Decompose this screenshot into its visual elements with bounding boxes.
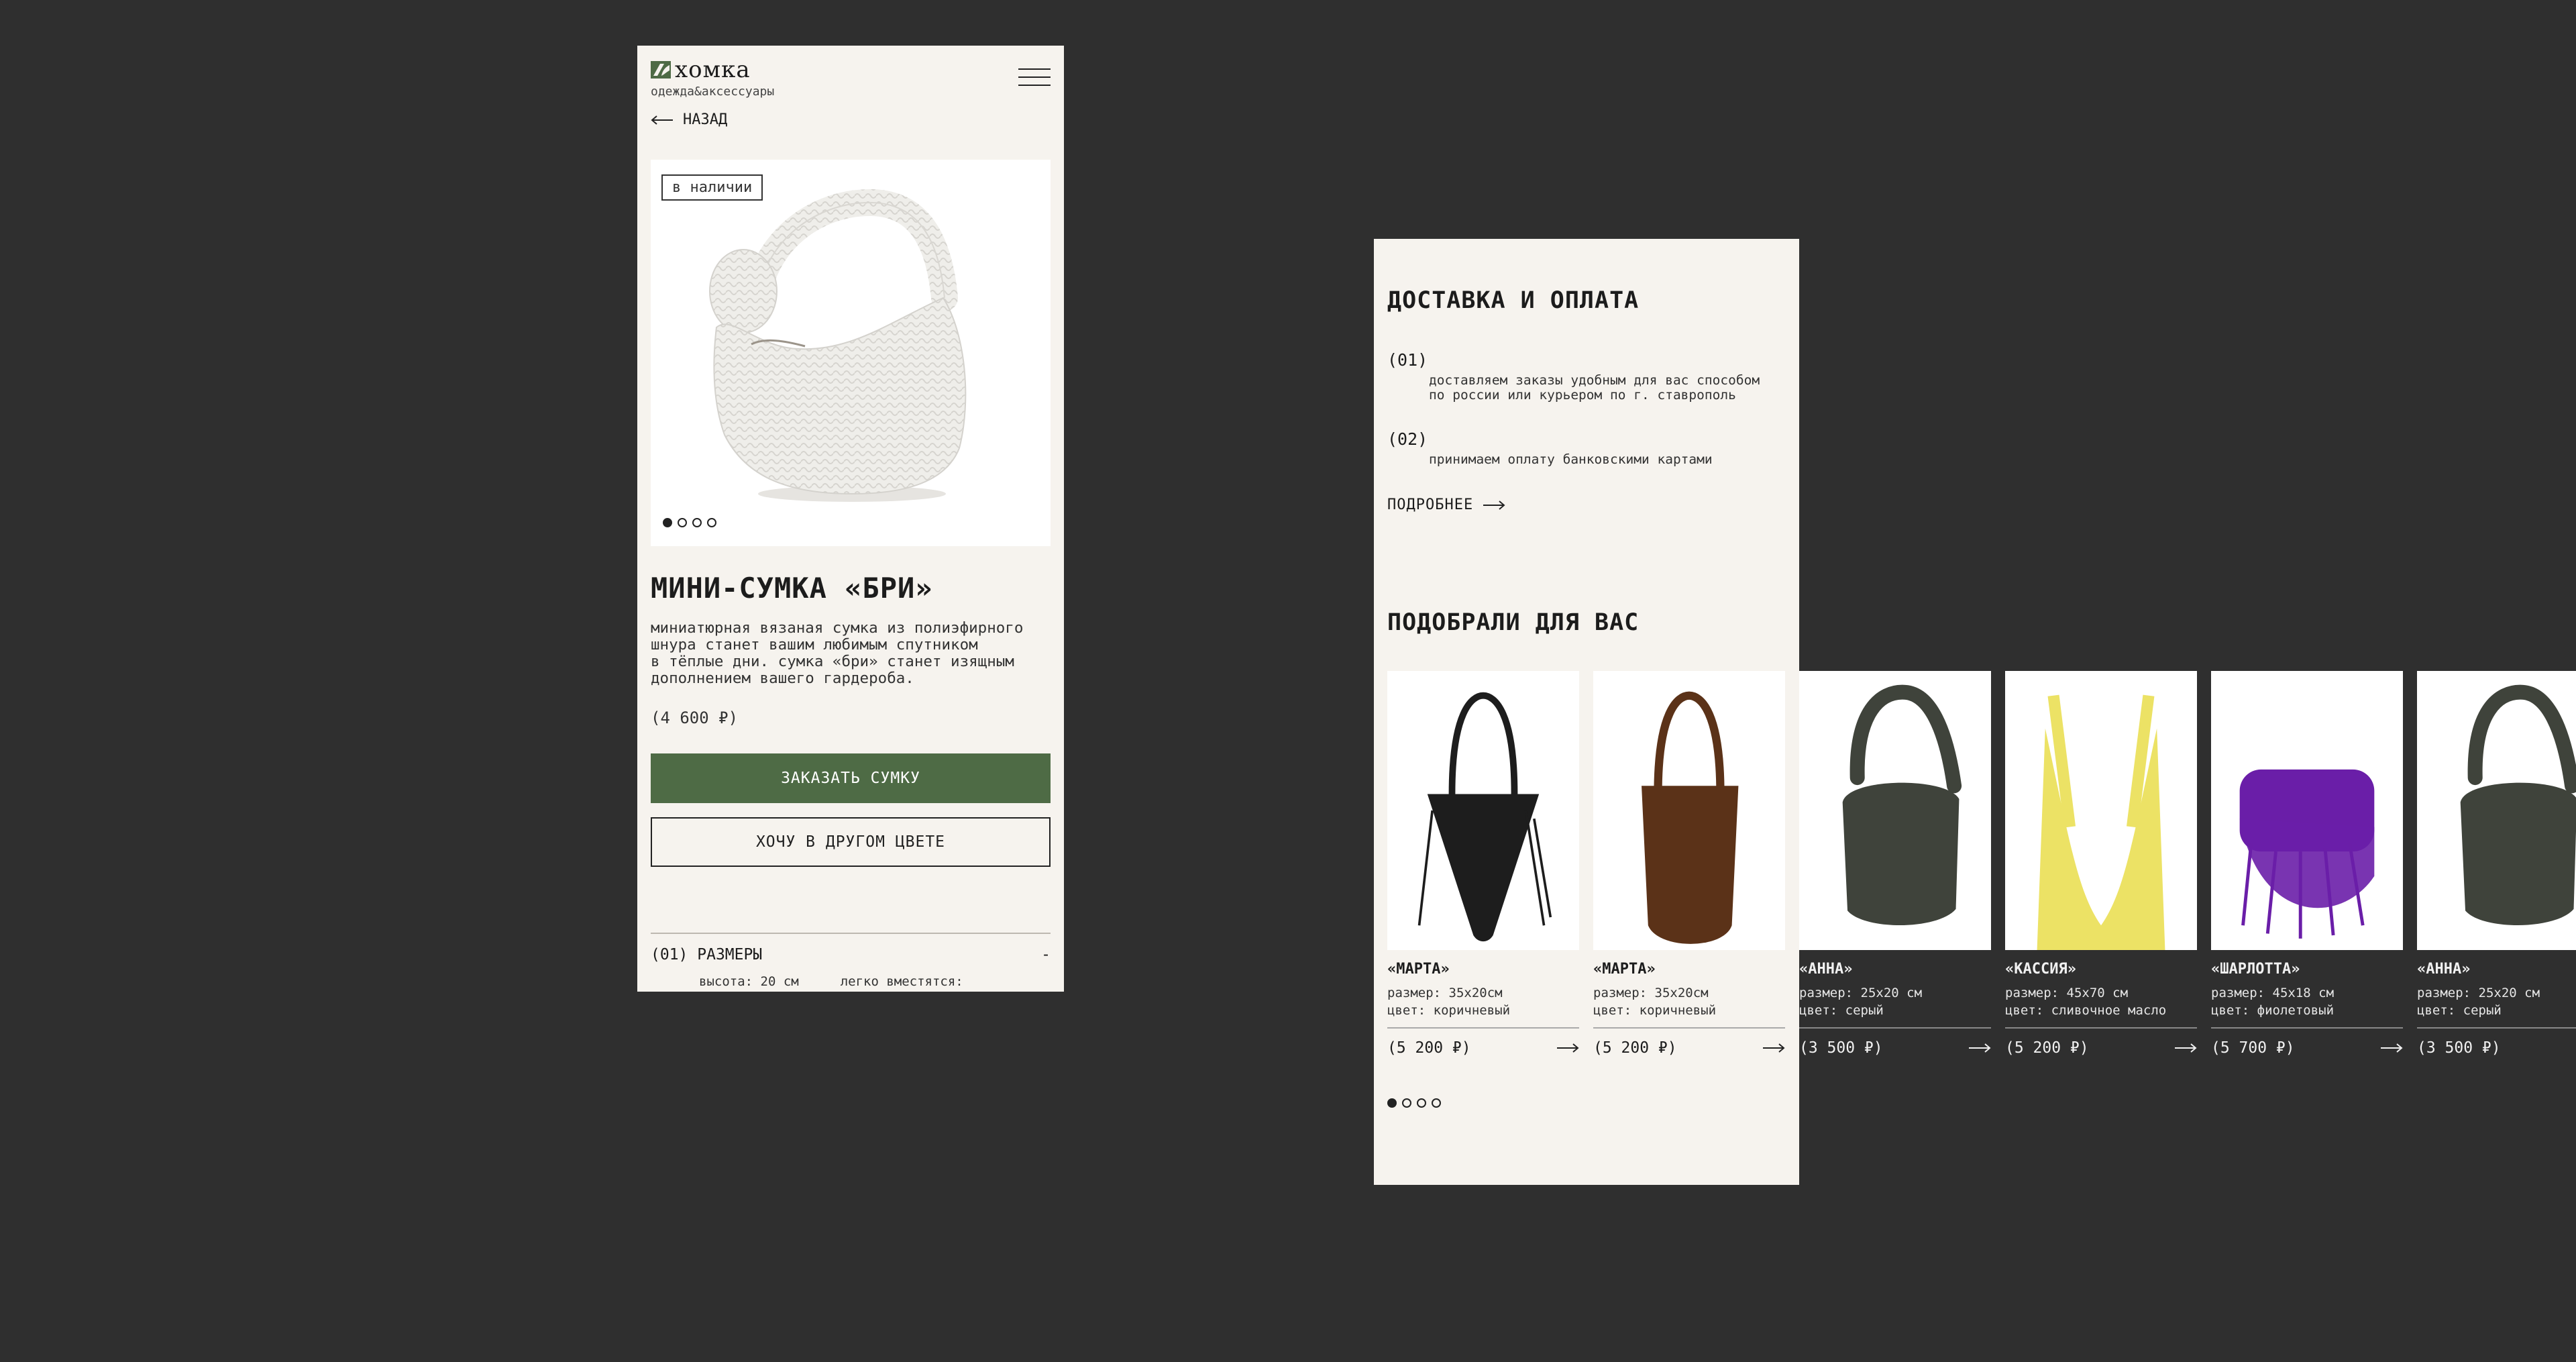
product-card-name: «МАРТА» [1593,961,1656,978]
gallery-pagination [663,518,716,527]
product-card-size: размер: 35х20см [1387,986,1503,1000]
product-card-image[interactable] [2417,671,2576,950]
collapse-icon[interactable]: - [1041,946,1051,963]
product-card-meta: размер: 25х20 см цвет: серый [1799,984,1991,1019]
product-card-image[interactable] [1593,671,1785,950]
product-card-name: «АННА» [1799,961,1853,978]
product-card-footer: (5 200 ₽) [1387,1027,1579,1057]
bag-image [2037,694,2165,957]
size-height: высота: 20 см [699,974,799,989]
product-card-color: цвет: коричневый [1593,1003,1717,1018]
back-link[interactable]: НАЗАД [651,111,727,128]
bag-image [1842,684,1962,925]
product-card-size: размер: 25х20 см [1799,986,1923,1000]
product-image [709,189,967,502]
product-card-footer: (5 200 ₽) [2005,1027,2197,1057]
more-label: ПОДРОБНЕЕ [1387,496,1474,513]
bag-image [1417,692,1552,942]
arrow-left-icon [651,115,673,125]
logo-text: хомка [675,56,751,83]
menu-icon[interactable] [1018,68,1051,86]
gallery-dot[interactable] [692,518,702,527]
gallery-dot[interactable] [678,518,687,527]
gallery-dot[interactable] [707,518,716,527]
product-card-image[interactable] [2005,671,2197,957]
product-card-meta: размер: 35х20см цвет: коричневый [1387,984,1579,1019]
product-card[interactable]: «МАРТА» размер: 35х20см цвет: коричневый… [1593,671,1785,1057]
product-card-footer: (3 500 ₽) [1799,1027,1991,1057]
delivery-item-number: (01) [1387,350,1428,370]
product-card-name: «ШАРЛОТТА» [2211,961,2300,978]
delivery-title: ДОСТАВКА И ОПЛАТА [1387,287,1640,314]
delivery-item-text: принимаем оплату банковскими картами [1429,452,1713,467]
gallery-dot[interactable] [663,518,672,527]
product-card[interactable]: «КАССИЯ» размер: 45х70 см цвет: сливочно… [2005,671,2197,1057]
bag-image [2239,769,2375,939]
product-card-image[interactable] [1387,671,1579,950]
product-card-footer: (3 500 ₽) [2417,1027,2576,1057]
bag-image [1642,691,1739,944]
recommendations-carousel[interactable]: «МАРТА» размер: 35х20см цвет: коричневый… [1374,671,2576,1100]
site-header: хомка одежда&аксессуары [651,56,1051,103]
product-card-size: размер: 35х20см [1593,986,1709,1000]
product-card[interactable]: «ШАРЛОТТА» размер: 45х18 см цвет: фиолет… [2211,671,2403,1057]
product-card-price: (3 500 ₽) [1799,1039,1883,1057]
product-card-price: (5 200 ₽) [1593,1039,1677,1057]
product-card-color: цвет: сливочное масло [2005,1003,2167,1018]
product-card-price: (5 700 ₽) [2211,1039,2295,1057]
product-card-size: размер: 25х20 см [2417,986,2540,1000]
product-card-meta: размер: 45х70 см цвет: сливочное масло [2005,984,2197,1019]
arrow-right-icon[interactable] [1762,1043,1785,1053]
product-gallery[interactable]: в наличии [651,160,1051,546]
product-card-meta: размер: 35х20см цвет: коричневый [1593,984,1785,1019]
product-card[interactable]: «АННА» размер: 25х20 см цвет: серый (3 5… [2417,671,2576,1057]
delivery-item-number: (02) [1387,429,1428,449]
product-card-meta: размер: 25х20 см цвет: серый [2417,984,2576,1019]
product-description: миниатюрная вязаная сумка из полиэфирног… [651,619,1024,687]
product-card-color: цвет: фиолетовый [2211,1003,2334,1018]
bag-image [2460,684,2576,925]
product-card-color: цвет: коричневый [1387,1003,1511,1018]
product-card-name: «КАССИЯ» [2005,961,2076,978]
product-card-footer: (5 200 ₽) [1593,1027,1785,1057]
logo-leaf-icon [651,61,671,78]
more-link[interactable]: ПОДРОБНЕЕ [1387,496,1505,513]
product-card-name: «МАРТА» [1387,961,1450,978]
product-card-footer: (5 700 ₽) [2211,1027,2403,1057]
arrow-right-icon[interactable] [1556,1043,1579,1053]
other-color-button[interactable]: ХОЧУ В ДРУГОМ ЦВЕТЕ [651,817,1051,867]
tagline: одежда&аксессуары [651,85,775,99]
product-card-meta: размер: 45х18 см цвет: фиолетовый [2211,984,2403,1019]
back-label: НАЗАД [683,111,728,128]
product-title: МИНИ-СУМКА «БРИ» [651,572,933,605]
delivery-item-text: доставляем заказы удобным для вас способ… [1429,372,1760,403]
product-card-name: «АННА» [2417,961,2471,978]
size-fits: легко вместятся: [840,974,963,989]
product-card-image[interactable] [1799,671,1991,950]
sizes-details: высота: 20 см легко вместятся: [699,974,1051,989]
sizes-accordion[interactable]: (01) РАЗМЕРЫ - высота: 20 см легко вмест… [651,933,1051,989]
arrow-right-icon[interactable] [1968,1043,1991,1053]
product-card[interactable]: «МАРТА» размер: 35х20см цвет: коричневый… [1387,671,1579,1057]
logo[interactable]: хомка [651,56,751,83]
sizes-number: (01) [651,946,688,963]
product-card-price: (5 200 ₽) [2005,1039,2089,1057]
product-card-color: цвет: серый [1799,1003,1884,1018]
recommendations-title: ПОДОБРАЛИ ДЛЯ ВАС [1387,609,1640,636]
product-card-price: (3 500 ₽) [2417,1039,2501,1057]
product-card-size: размер: 45х18 см [2211,986,2334,1000]
product-price: (4 600 ₽) [651,709,739,727]
sizes-accordion-header[interactable]: (01) РАЗМЕРЫ - [651,946,1051,963]
arrow-right-icon[interactable] [2174,1043,2197,1053]
product-card-color: цвет: серый [2417,1003,2502,1018]
product-card-price: (5 200 ₽) [1387,1039,1471,1057]
product-page-artboard: хомка одежда&аксессуары НАЗАД в наличии [637,46,1064,992]
product-card-image[interactable] [2211,671,2403,950]
arrow-right-icon[interactable] [2380,1043,2403,1053]
product-card-size: размер: 45х70 см [2005,986,2129,1000]
order-button[interactable]: ЗАКАЗАТЬ СУМКУ [651,753,1051,803]
sizes-label: РАЗМЕРЫ [697,946,763,963]
arrow-right-icon [1483,500,1505,510]
product-card[interactable]: «АННА» размер: 25х20 см цвет: серый (3 5… [1799,671,1991,1057]
